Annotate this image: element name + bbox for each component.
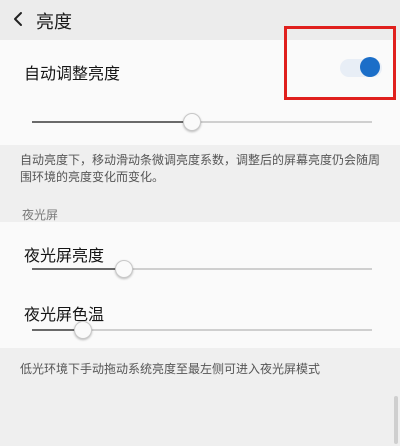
- page-title: 亮度: [36, 12, 72, 33]
- section-title-night-screen: 夜光屏: [22, 208, 59, 222]
- slider-thumb[interactable]: [74, 321, 92, 339]
- brightness-slider[interactable]: [32, 110, 372, 134]
- slider-fill: [32, 268, 124, 270]
- slider-fill: [32, 121, 192, 123]
- highlight-box: [284, 26, 396, 100]
- auto-brightness-label: 自动调整亮度: [24, 64, 121, 83]
- scrollbar[interactable]: [394, 396, 398, 444]
- night-screen-description: 低光环境下手动拖动系统亮度至最左侧可进入夜光屏模式: [20, 362, 321, 376]
- auto-brightness-description: 自动亮度下，移动滑动条微调亮度系数，调整后的屏幕亮度仍会随周围环境的亮度变化而变…: [20, 153, 381, 184]
- slider-thumb[interactable]: [115, 260, 133, 278]
- chevron-left-icon[interactable]: [10, 10, 28, 28]
- night-color-temp-slider[interactable]: [32, 318, 372, 342]
- night-brightness-slider[interactable]: [32, 257, 372, 281]
- slider-thumb[interactable]: [183, 113, 201, 131]
